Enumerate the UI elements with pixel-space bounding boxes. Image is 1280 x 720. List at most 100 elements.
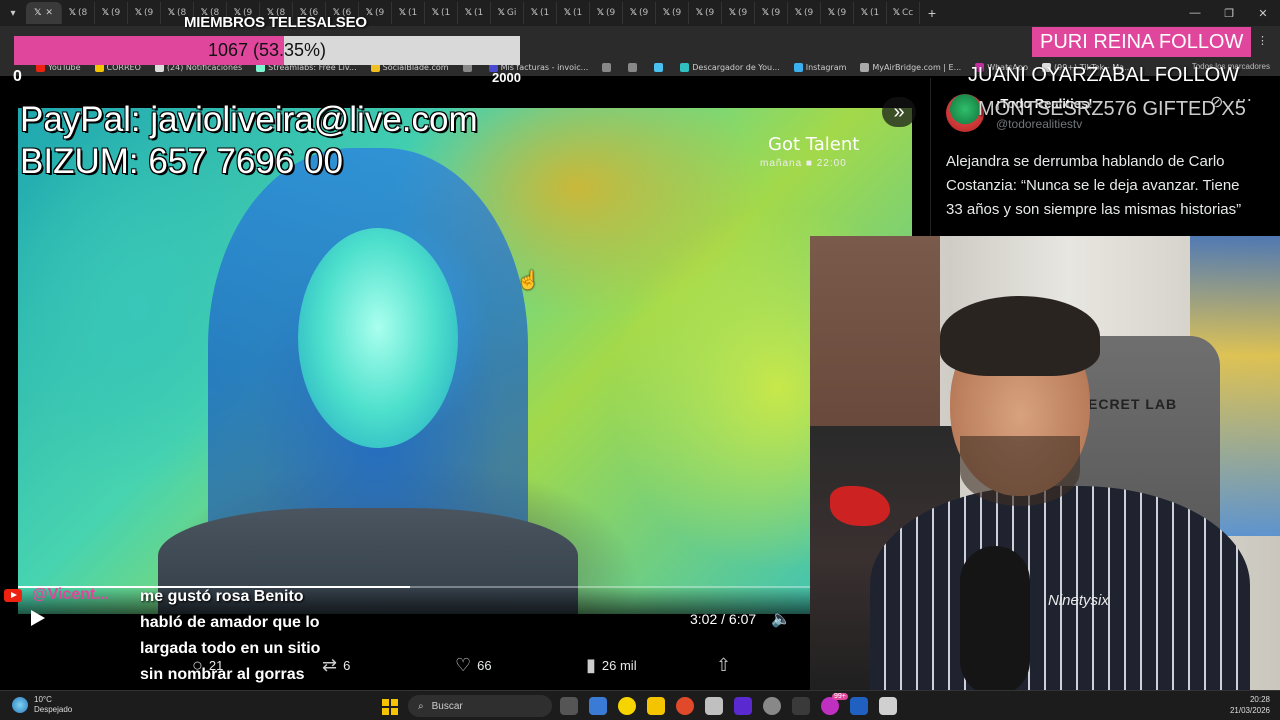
- x-logo-icon: 𝕏: [563, 8, 571, 18]
- search-icon: ⌕: [418, 700, 424, 712]
- browser-app-icon[interactable]: [676, 697, 694, 715]
- browser-tab[interactable]: 𝕏 (9: [788, 2, 821, 24]
- menu-dots-icon[interactable]: ⋮: [1257, 34, 1268, 47]
- goal-title: MIEMBROS TELESALSEO: [184, 14, 367, 31]
- x-logo-icon: 𝕏: [497, 8, 505, 18]
- tab-label: (1: [408, 8, 418, 18]
- weather-widget[interactable]: 10°C Despejado: [12, 695, 72, 715]
- goal-min: 0: [13, 68, 22, 85]
- app-icon-gray[interactable]: [705, 697, 723, 715]
- bookmark-favicon-icon: [654, 62, 664, 72]
- browser-tab[interactable]: 𝕏 (9: [656, 2, 689, 24]
- new-tab-plus-icon[interactable]: +: [920, 5, 944, 21]
- bookmark-label: Descargador de You...: [692, 62, 780, 72]
- weather-icon: [12, 697, 28, 713]
- x-logo-icon: 𝕏: [464, 8, 472, 18]
- tab-label: (9: [804, 8, 814, 18]
- tab-label: (9: [771, 8, 781, 18]
- taskbar-clock[interactable]: 20:28 21/03/2026: [1230, 694, 1270, 716]
- maximize-icon[interactable]: ❐: [1212, 7, 1246, 20]
- tab-label: (1: [540, 8, 550, 18]
- browser-tab[interactable]: 𝕏 (1: [854, 2, 887, 24]
- x-logo-icon: 𝕏: [398, 8, 406, 18]
- windows-start-icon[interactable]: [382, 699, 398, 715]
- bookmark-favicon-icon: [860, 62, 870, 72]
- x-logo-icon: 𝕏: [34, 8, 42, 18]
- task-view-icon[interactable]: [560, 697, 578, 715]
- heart-icon: ♡: [455, 655, 472, 675]
- browser-tab[interactable]: 𝕏 Cc: [887, 2, 920, 24]
- browser-tab[interactable]: 𝕏 (9: [821, 2, 854, 24]
- taskbar-search[interactable]: ⌕ Buscar: [408, 695, 552, 717]
- browser-tab[interactable]: 𝕏 (9: [590, 2, 623, 24]
- goal-max: 2000: [492, 70, 521, 85]
- chair-logo: ECRET LAB: [1088, 396, 1178, 412]
- x-logo-icon: 𝕏: [68, 8, 76, 18]
- tweet-video[interactable]: Got Talent mañana ■ 22:00: [18, 108, 912, 614]
- bookmark-item[interactable]: Instagram: [793, 62, 846, 72]
- tab-label: (9: [738, 8, 748, 18]
- tab-label: (1: [474, 8, 484, 18]
- app-icon-blue[interactable]: [850, 697, 868, 715]
- tab-list-chevron-icon[interactable]: ▾: [0, 0, 26, 26]
- like-button[interactable]: ♡ 66: [455, 655, 492, 676]
- bookmark-item[interactable]: [654, 62, 666, 72]
- x-logo-icon: 𝕏: [596, 8, 604, 18]
- chat-message: me gustó rosa Benito habló de amador que…: [140, 588, 321, 683]
- minimize-icon[interactable]: —: [1178, 7, 1212, 19]
- streamer-webcam: ECRET LAB Ninetysix: [810, 236, 1280, 690]
- youtube-icon: [4, 589, 22, 602]
- app-icon-car[interactable]: [792, 697, 810, 715]
- share-button[interactable]: ⇧: [716, 655, 731, 676]
- settings-icon[interactable]: [763, 697, 781, 715]
- bookmark-favicon-icon: [628, 62, 638, 72]
- chrome-app-icon[interactable]: [589, 697, 607, 715]
- bookmark-item[interactable]: Descargador de You...: [680, 62, 780, 72]
- tab-label: Gi: [506, 8, 517, 18]
- browser-tab[interactable]: 𝕏 (1: [425, 2, 458, 24]
- expand-panel-icon[interactable]: »: [882, 97, 916, 127]
- follow-alert-2: JUANI OYARZABAL FOLLOW: [968, 64, 1240, 86]
- browser-tab[interactable]: 𝕏 (9: [722, 2, 755, 24]
- browser-tab[interactable]: 𝕏 (1: [392, 2, 425, 24]
- views-button[interactable]: ▮ 26 mil: [586, 655, 637, 676]
- x-logo-icon: 𝕏: [892, 8, 901, 18]
- video-progress-bar[interactable]: [18, 586, 810, 588]
- browser-tab[interactable]: 𝕏 (9: [623, 2, 656, 24]
- x-logo-icon: 𝕏: [860, 8, 868, 18]
- app-icon-notes[interactable]: [879, 697, 897, 715]
- video-subject-face: [298, 228, 458, 448]
- browser-tab[interactable]: 𝕏 (9: [128, 2, 161, 24]
- browser-tab[interactable]: 𝕏 ✕: [26, 2, 62, 24]
- browser-tab[interactable]: 𝕏 (1: [557, 2, 590, 24]
- x-logo-icon: 𝕏: [629, 8, 637, 18]
- goal-progress-text: 1067 (53.35%): [207, 40, 327, 60]
- app-icon-yellow[interactable]: [618, 697, 636, 715]
- x-logo-icon: 𝕏: [662, 8, 670, 18]
- mouse-cursor-icon: ☝: [517, 270, 540, 290]
- browser-tab[interactable]: 𝕏 (1: [458, 2, 491, 24]
- browser-tab[interactable]: 𝕏 (9: [689, 2, 722, 24]
- close-window-icon[interactable]: ✕: [1246, 7, 1280, 20]
- volume-icon[interactable]: 🔈: [771, 609, 791, 629]
- bookmark-item[interactable]: MyAirBridge.com | E...: [860, 62, 961, 72]
- app-icon-purple[interactable]: [734, 697, 752, 715]
- clock-time: 20:28: [1249, 695, 1270, 704]
- play-icon[interactable]: [31, 610, 45, 626]
- browser-tab[interactable]: 𝕏 (9: [95, 2, 128, 24]
- bookmark-favicon-icon: [602, 62, 612, 72]
- like-count: 66: [477, 658, 492, 673]
- bookmark-item[interactable]: [602, 62, 614, 72]
- bookmark-item[interactable]: [628, 62, 640, 72]
- browser-tab[interactable]: 𝕏 (9: [755, 2, 788, 24]
- close-tab-icon[interactable]: ✕: [45, 8, 53, 18]
- browser-tab[interactable]: 𝕏 Gi: [491, 2, 524, 24]
- x-logo-icon: 𝕏: [728, 8, 736, 18]
- x-logo-icon: 𝕏: [827, 8, 835, 18]
- x-logo-icon: 𝕏: [530, 8, 538, 18]
- browser-tab[interactable]: 𝕏 (1: [524, 2, 557, 24]
- file-explorer-icon[interactable]: [647, 697, 665, 715]
- repost-count: 6: [343, 658, 351, 673]
- browser-tab[interactable]: 𝕏 (8: [62, 2, 95, 24]
- got-talent-logo: Got Talent: [768, 134, 860, 155]
